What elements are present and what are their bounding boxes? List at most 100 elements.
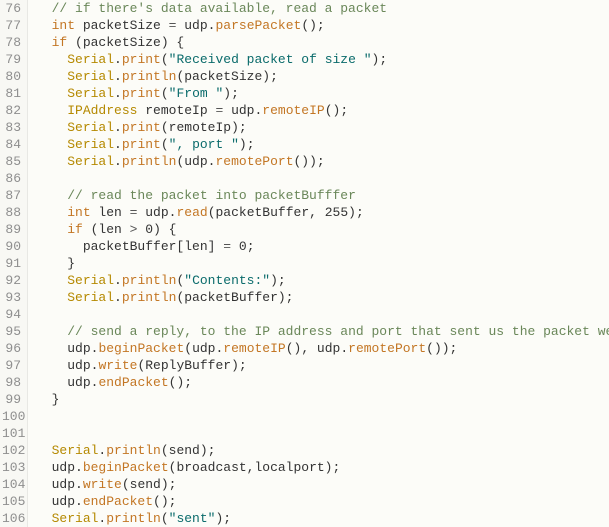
line-number: 104	[2, 476, 21, 493]
code-line[interactable]: udp.write(send);	[36, 476, 609, 493]
code-line[interactable]: udp.beginPacket(udp.remoteIP(), udp.remo…	[36, 340, 609, 357]
token-comment: // if there's data available, read a pac…	[52, 1, 387, 16]
line-number: 77	[2, 17, 21, 34]
code-line[interactable]: Serial.println("sent");	[36, 510, 609, 527]
token-method: remotePort	[215, 154, 293, 169]
code-line[interactable]: udp.endPacket();	[36, 493, 609, 510]
token-punc: (	[161, 86, 169, 101]
code-line[interactable]	[36, 408, 609, 425]
code-area[interactable]: // if there's data available, read a pac…	[28, 0, 609, 527]
token-class: Serial	[52, 511, 99, 526]
line-number: 98	[2, 374, 21, 391]
line-number: 76	[2, 0, 21, 17]
token-method: remoteIP	[223, 341, 285, 356]
code-line[interactable]: Serial.print(", port ");	[36, 136, 609, 153]
token-string: "Received packet of size "	[169, 52, 372, 67]
token-punc: );	[223, 86, 239, 101]
token-class: Serial	[67, 290, 114, 305]
token-punc: }	[67, 256, 75, 271]
token-punc	[231, 239, 239, 254]
token-method: write	[98, 358, 137, 373]
code-line[interactable]: if (packetSize) {	[36, 34, 609, 51]
code-line[interactable]: Serial.print("Received packet of size ")…	[36, 51, 609, 68]
code-line[interactable]: udp.endPacket();	[36, 374, 609, 391]
code-line[interactable]: Serial.println(send);	[36, 442, 609, 459]
line-number: 91	[2, 255, 21, 272]
token-method: endPacket	[83, 494, 153, 509]
token-punc: .	[75, 477, 83, 492]
line-number: 81	[2, 85, 21, 102]
code-line[interactable]: }	[36, 391, 609, 408]
token-punc: (udp	[176, 154, 207, 169]
code-line[interactable]: udp.write(ReplyBuffer);	[36, 357, 609, 374]
token-punc: .	[114, 120, 122, 135]
token-class: Serial	[67, 273, 114, 288]
token-number: 0	[145, 222, 153, 237]
token-punc: (), udp	[286, 341, 341, 356]
code-line[interactable]: packetBuffer[len] = 0;	[36, 238, 609, 255]
token-method: println	[106, 511, 161, 526]
token-string: "sent"	[169, 511, 216, 526]
token-punc: (send);	[122, 477, 177, 492]
code-line[interactable]: Serial.println(packetBuffer);	[36, 289, 609, 306]
code-line[interactable]: Serial.print("From ");	[36, 85, 609, 102]
code-line[interactable]	[36, 425, 609, 442]
token-ident: packetBuffer[len]	[83, 239, 223, 254]
token-punc: ();	[153, 494, 176, 509]
token-punc: .	[114, 290, 122, 305]
line-number: 84	[2, 136, 21, 153]
code-line[interactable]: Serial.println(packetSize);	[36, 68, 609, 85]
token-punc: ();	[325, 103, 348, 118]
token-punc: ();	[301, 18, 324, 33]
token-number: 0	[239, 239, 247, 254]
code-line[interactable]: Serial.println(udp.remotePort());	[36, 153, 609, 170]
code-editor: 7677787980818283848586878889909192939495…	[0, 0, 609, 527]
code-line[interactable]: // read the packet into packetBufffer	[36, 187, 609, 204]
code-line[interactable]: }	[36, 255, 609, 272]
code-line[interactable]: if (len > 0) {	[36, 221, 609, 238]
token-punc: (packetBuffer,	[208, 205, 325, 220]
token-punc: .	[75, 494, 83, 509]
code-line[interactable]: // send a reply, to the IP address and p…	[36, 323, 609, 340]
code-line[interactable]: Serial.println("Contents:");	[36, 272, 609, 289]
code-line[interactable]: udp.beginPacket(broadcast,localport);	[36, 459, 609, 476]
code-line[interactable]: int packetSize = udp.parsePacket();	[36, 17, 609, 34]
token-punc: );	[270, 273, 286, 288]
token-punc: (packetBuffer);	[176, 290, 293, 305]
token-punc: (packetSize);	[176, 69, 277, 84]
code-line[interactable]: IPAddress remoteIp = udp.remoteIP();	[36, 102, 609, 119]
token-punc: ();	[169, 375, 192, 390]
code-line[interactable]	[36, 170, 609, 187]
token-punc: (	[161, 137, 169, 152]
token-punc: );	[215, 511, 231, 526]
token-class: Serial	[67, 52, 114, 67]
token-punc: (len	[83, 222, 130, 237]
token-class: Serial	[67, 137, 114, 152]
token-punc: (ReplyBuffer);	[137, 358, 246, 373]
token-method: print	[122, 120, 161, 135]
line-number: 100	[2, 408, 21, 425]
token-method: print	[122, 86, 161, 101]
token-punc: }	[52, 392, 60, 407]
code-line[interactable]: Serial.print(remoteIp);	[36, 119, 609, 136]
code-line[interactable]: int len = udp.read(packetBuffer, 255);	[36, 204, 609, 221]
line-number: 103	[2, 459, 21, 476]
line-number: 82	[2, 102, 21, 119]
code-line[interactable]: // if there's data available, read a pac…	[36, 0, 609, 17]
token-punc: (	[161, 52, 169, 67]
token-ident: len	[91, 205, 130, 220]
token-class: Serial	[52, 443, 99, 458]
code-line[interactable]	[36, 306, 609, 323]
line-number: 94	[2, 306, 21, 323]
token-comment: // read the packet into packetBufffer	[67, 188, 356, 203]
line-number: 97	[2, 357, 21, 374]
token-class: Serial	[67, 154, 114, 169]
line-number: 93	[2, 289, 21, 306]
token-punc: .	[114, 52, 122, 67]
token-method: beginPacket	[98, 341, 184, 356]
token-method: println	[122, 154, 177, 169]
token-punc: );	[372, 52, 388, 67]
line-number: 88	[2, 204, 21, 221]
token-ident: remoteIp	[137, 103, 215, 118]
token-method: endPacket	[98, 375, 168, 390]
